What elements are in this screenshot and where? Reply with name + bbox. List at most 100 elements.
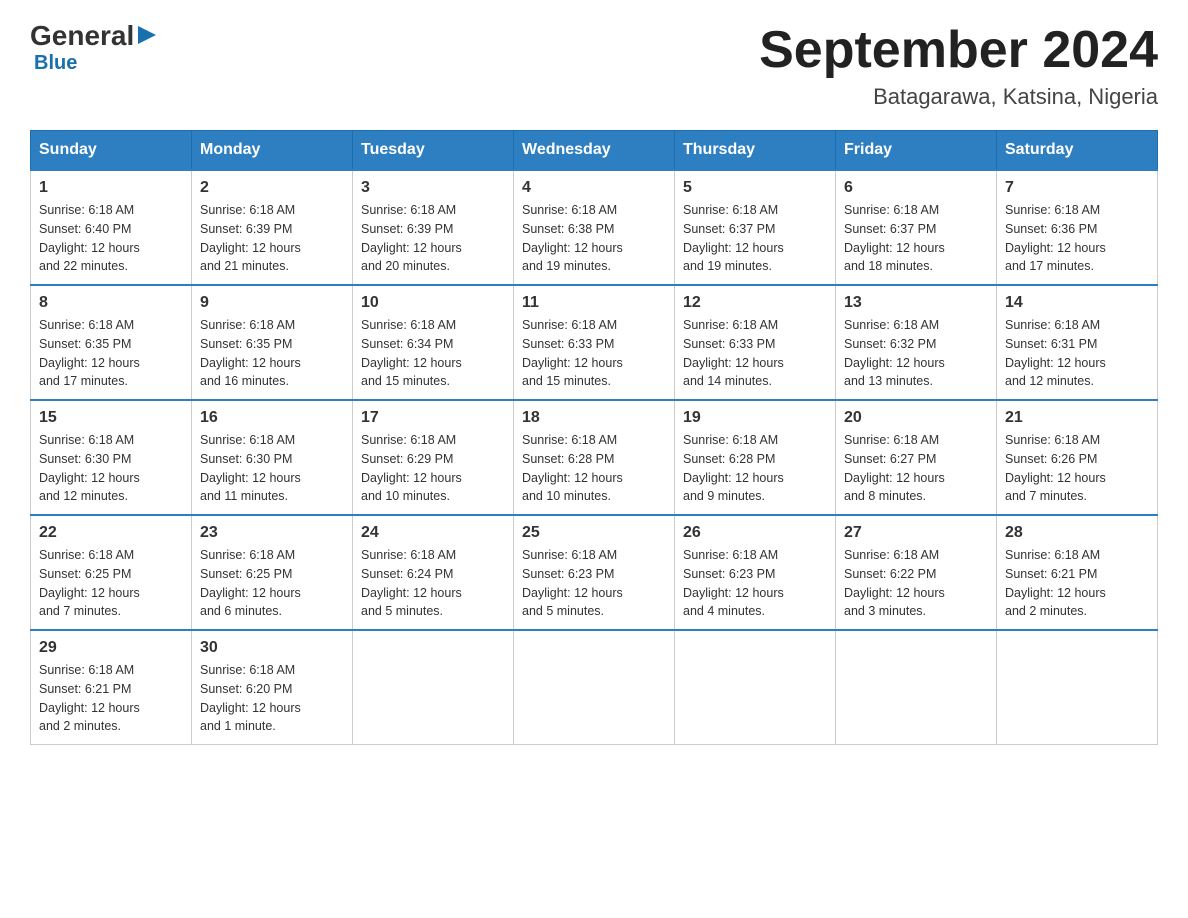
day-number: 20 — [844, 409, 988, 427]
day-number: 18 — [522, 409, 666, 427]
day-number: 6 — [844, 179, 988, 197]
day-number: 24 — [361, 524, 505, 542]
day-number: 1 — [39, 179, 183, 197]
day-info: Sunrise: 6:18 AMSunset: 6:29 PMDaylight:… — [361, 433, 462, 503]
day-number: 16 — [200, 409, 344, 427]
day-number: 29 — [39, 639, 183, 657]
day-number: 2 — [200, 179, 344, 197]
header-friday: Friday — [836, 131, 997, 171]
table-row: 3 Sunrise: 6:18 AMSunset: 6:39 PMDayligh… — [353, 170, 514, 285]
day-info: Sunrise: 6:18 AMSunset: 6:25 PMDaylight:… — [200, 548, 301, 618]
table-row: 13 Sunrise: 6:18 AMSunset: 6:32 PMDaylig… — [836, 285, 997, 400]
day-info: Sunrise: 6:18 AMSunset: 6:32 PMDaylight:… — [844, 318, 945, 388]
table-row: 4 Sunrise: 6:18 AMSunset: 6:38 PMDayligh… — [514, 170, 675, 285]
day-info: Sunrise: 6:18 AMSunset: 6:33 PMDaylight:… — [683, 318, 784, 388]
day-info: Sunrise: 6:18 AMSunset: 6:24 PMDaylight:… — [361, 548, 462, 618]
table-row: 19 Sunrise: 6:18 AMSunset: 6:28 PMDaylig… — [675, 400, 836, 515]
calendar-subtitle: Batagarawa, Katsina, Nigeria — [759, 84, 1158, 110]
day-number: 15 — [39, 409, 183, 427]
calendar-title: September 2024 — [759, 20, 1158, 80]
day-number: 22 — [39, 524, 183, 542]
table-row: 2 Sunrise: 6:18 AMSunset: 6:39 PMDayligh… — [192, 170, 353, 285]
table-row: 26 Sunrise: 6:18 AMSunset: 6:23 PMDaylig… — [675, 515, 836, 630]
day-info: Sunrise: 6:18 AMSunset: 6:35 PMDaylight:… — [200, 318, 301, 388]
day-number: 7 — [1005, 179, 1149, 197]
day-info: Sunrise: 6:18 AMSunset: 6:23 PMDaylight:… — [522, 548, 623, 618]
day-number: 25 — [522, 524, 666, 542]
day-number: 14 — [1005, 294, 1149, 312]
table-row: 11 Sunrise: 6:18 AMSunset: 6:33 PMDaylig… — [514, 285, 675, 400]
table-row: 17 Sunrise: 6:18 AMSunset: 6:29 PMDaylig… — [353, 400, 514, 515]
calendar-header-row: Sunday Monday Tuesday Wednesday Thursday… — [31, 131, 1158, 171]
day-number: 21 — [1005, 409, 1149, 427]
table-row: 7 Sunrise: 6:18 AMSunset: 6:36 PMDayligh… — [997, 170, 1158, 285]
title-block: September 2024 Batagarawa, Katsina, Nige… — [759, 20, 1158, 110]
table-row: 5 Sunrise: 6:18 AMSunset: 6:37 PMDayligh… — [675, 170, 836, 285]
header-sunday: Sunday — [31, 131, 192, 171]
calendar-week-row: 29 Sunrise: 6:18 AMSunset: 6:21 PMDaylig… — [31, 630, 1158, 745]
table-row: 21 Sunrise: 6:18 AMSunset: 6:26 PMDaylig… — [997, 400, 1158, 515]
day-info: Sunrise: 6:18 AMSunset: 6:27 PMDaylight:… — [844, 433, 945, 503]
day-number: 8 — [39, 294, 183, 312]
day-number: 12 — [683, 294, 827, 312]
day-info: Sunrise: 6:18 AMSunset: 6:20 PMDaylight:… — [200, 663, 301, 733]
table-row — [353, 630, 514, 745]
table-row: 16 Sunrise: 6:18 AMSunset: 6:30 PMDaylig… — [192, 400, 353, 515]
day-info: Sunrise: 6:18 AMSunset: 6:39 PMDaylight:… — [200, 203, 301, 273]
day-number: 30 — [200, 639, 344, 657]
day-number: 17 — [361, 409, 505, 427]
calendar-week-row: 1 Sunrise: 6:18 AMSunset: 6:40 PMDayligh… — [31, 170, 1158, 285]
header-wednesday: Wednesday — [514, 131, 675, 171]
header-thursday: Thursday — [675, 131, 836, 171]
day-number: 9 — [200, 294, 344, 312]
table-row: 18 Sunrise: 6:18 AMSunset: 6:28 PMDaylig… — [514, 400, 675, 515]
day-info: Sunrise: 6:18 AMSunset: 6:33 PMDaylight:… — [522, 318, 623, 388]
day-number: 3 — [361, 179, 505, 197]
table-row — [836, 630, 997, 745]
table-row: 9 Sunrise: 6:18 AMSunset: 6:35 PMDayligh… — [192, 285, 353, 400]
day-info: Sunrise: 6:18 AMSunset: 6:31 PMDaylight:… — [1005, 318, 1106, 388]
table-row — [997, 630, 1158, 745]
table-row: 23 Sunrise: 6:18 AMSunset: 6:25 PMDaylig… — [192, 515, 353, 630]
day-number: 27 — [844, 524, 988, 542]
table-row: 22 Sunrise: 6:18 AMSunset: 6:25 PMDaylig… — [31, 515, 192, 630]
day-info: Sunrise: 6:18 AMSunset: 6:38 PMDaylight:… — [522, 203, 623, 273]
logo-general: General — [30, 20, 134, 52]
calendar-table: Sunday Monday Tuesday Wednesday Thursday… — [30, 130, 1158, 745]
logo-triangle-icon — [136, 24, 158, 46]
day-info: Sunrise: 6:18 AMSunset: 6:22 PMDaylight:… — [844, 548, 945, 618]
day-info: Sunrise: 6:18 AMSunset: 6:36 PMDaylight:… — [1005, 203, 1106, 273]
day-info: Sunrise: 6:18 AMSunset: 6:28 PMDaylight:… — [522, 433, 623, 503]
day-number: 23 — [200, 524, 344, 542]
day-number: 4 — [522, 179, 666, 197]
table-row: 10 Sunrise: 6:18 AMSunset: 6:34 PMDaylig… — [353, 285, 514, 400]
day-info: Sunrise: 6:18 AMSunset: 6:40 PMDaylight:… — [39, 203, 140, 273]
day-number: 10 — [361, 294, 505, 312]
day-number: 19 — [683, 409, 827, 427]
day-number: 28 — [1005, 524, 1149, 542]
table-row: 29 Sunrise: 6:18 AMSunset: 6:21 PMDaylig… — [31, 630, 192, 745]
logo: General Blue — [30, 20, 158, 75]
day-info: Sunrise: 6:18 AMSunset: 6:28 PMDaylight:… — [683, 433, 784, 503]
table-row: 25 Sunrise: 6:18 AMSunset: 6:23 PMDaylig… — [514, 515, 675, 630]
day-info: Sunrise: 6:18 AMSunset: 6:25 PMDaylight:… — [39, 548, 140, 618]
table-row — [514, 630, 675, 745]
table-row: 12 Sunrise: 6:18 AMSunset: 6:33 PMDaylig… — [675, 285, 836, 400]
table-row: 8 Sunrise: 6:18 AMSunset: 6:35 PMDayligh… — [31, 285, 192, 400]
table-row: 27 Sunrise: 6:18 AMSunset: 6:22 PMDaylig… — [836, 515, 997, 630]
header-monday: Monday — [192, 131, 353, 171]
day-number: 5 — [683, 179, 827, 197]
calendar-week-row: 8 Sunrise: 6:18 AMSunset: 6:35 PMDayligh… — [31, 285, 1158, 400]
day-info: Sunrise: 6:18 AMSunset: 6:35 PMDaylight:… — [39, 318, 140, 388]
header-saturday: Saturday — [997, 131, 1158, 171]
table-row: 24 Sunrise: 6:18 AMSunset: 6:24 PMDaylig… — [353, 515, 514, 630]
day-info: Sunrise: 6:18 AMSunset: 6:30 PMDaylight:… — [200, 433, 301, 503]
day-number: 26 — [683, 524, 827, 542]
calendar-week-row: 22 Sunrise: 6:18 AMSunset: 6:25 PMDaylig… — [31, 515, 1158, 630]
day-info: Sunrise: 6:18 AMSunset: 6:23 PMDaylight:… — [683, 548, 784, 618]
table-row: 14 Sunrise: 6:18 AMSunset: 6:31 PMDaylig… — [997, 285, 1158, 400]
table-row — [675, 630, 836, 745]
page-header: General Blue September 2024 Batagarawa, … — [30, 20, 1158, 110]
day-info: Sunrise: 6:18 AMSunset: 6:21 PMDaylight:… — [39, 663, 140, 733]
header-tuesday: Tuesday — [353, 131, 514, 171]
